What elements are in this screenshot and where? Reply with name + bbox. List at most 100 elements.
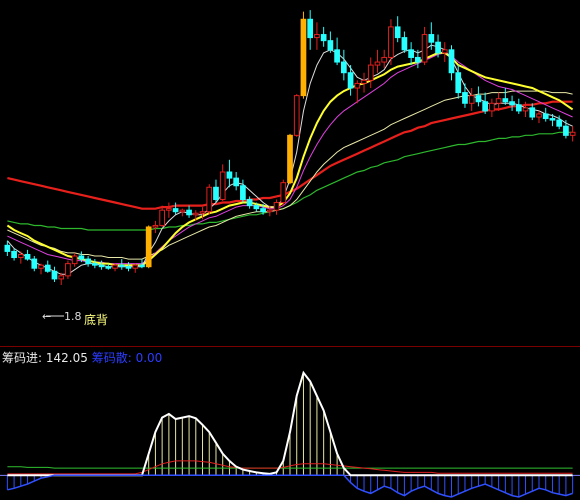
- candle-body: [186, 209, 192, 216]
- candle: [226, 159, 233, 188]
- annotation-price-low: 1.8: [64, 310, 82, 323]
- candle-body: [293, 95, 300, 136]
- candle-body: [246, 198, 253, 207]
- candle-body: [569, 131, 576, 136]
- candle-body: [482, 101, 489, 112]
- candle-body: [166, 208, 172, 211]
- candle: [401, 31, 408, 53]
- candle-body: [394, 26, 401, 39]
- candle-body: [219, 171, 226, 200]
- candle: [206, 184, 213, 215]
- candle-body: [502, 98, 509, 103]
- candle: [509, 95, 515, 111]
- candle: [186, 205, 192, 218]
- candle-body: [233, 177, 240, 187]
- candle: [31, 256, 38, 272]
- candle: [421, 26, 428, 66]
- candle-body: [549, 118, 556, 121]
- candle-body: [320, 34, 327, 42]
- candle-body: [273, 202, 280, 211]
- candle-body: [125, 266, 132, 269]
- candle-body: [334, 49, 340, 63]
- candle-body: [401, 37, 408, 51]
- candle-body: [31, 258, 38, 269]
- candle-body: [307, 18, 314, 39]
- candle: [11, 248, 17, 261]
- candle: [441, 42, 448, 63]
- candle-body: [266, 209, 273, 213]
- candle-body: [475, 95, 482, 103]
- candle-body: [435, 41, 441, 54]
- candles: [4, 10, 576, 286]
- candle: [515, 98, 522, 114]
- candle-body: [213, 186, 219, 200]
- candle: [475, 86, 482, 107]
- candle: [159, 205, 165, 227]
- candle: [51, 266, 58, 282]
- candle: [38, 263, 44, 275]
- candle: [367, 57, 374, 88]
- annotation: ← 1.8 底背: [42, 310, 108, 327]
- candle-body: [340, 61, 347, 74]
- candle-body: [354, 82, 361, 89]
- annotation-divergence-label: 底背: [84, 312, 108, 327]
- candle-body: [132, 264, 139, 269]
- candle-body: [4, 244, 11, 252]
- candle: [334, 37, 340, 66]
- candle: [287, 133, 293, 185]
- candle: [327, 31, 334, 53]
- candle-body: [421, 34, 428, 63]
- candle-body: [253, 205, 260, 210]
- candle-body: [240, 185, 246, 200]
- candle-body: [347, 72, 354, 89]
- candle: [502, 88, 509, 105]
- candle: [246, 196, 253, 209]
- candle-body: [522, 107, 529, 112]
- candle-body: [415, 56, 421, 63]
- candle-body: [441, 49, 448, 54]
- candle-body: [58, 275, 65, 280]
- candle-body: [361, 79, 367, 84]
- candle: [65, 260, 71, 279]
- candle-body: [112, 264, 118, 269]
- candle: [563, 120, 569, 139]
- chip-in-label: 筹码进:: [2, 351, 43, 365]
- candle-body: [388, 26, 394, 58]
- candle: [280, 179, 287, 206]
- candle: [132, 263, 139, 273]
- candle: [340, 49, 347, 81]
- candlestick-chart[interactable]: ← 1.8 底背: [0, 0, 580, 346]
- candle-body: [71, 255, 78, 265]
- candle-body: [24, 253, 31, 260]
- candle: [468, 88, 475, 111]
- candle: [91, 259, 98, 269]
- candle: [112, 263, 118, 272]
- indicator-lines: [0, 370, 580, 498]
- candle: [569, 126, 576, 142]
- candle-body: [556, 119, 563, 127]
- candle-body: [408, 49, 414, 58]
- candle-body: [206, 186, 213, 213]
- candle: [145, 225, 152, 269]
- candle: [219, 164, 226, 202]
- candle-body: [563, 125, 569, 136]
- candle: [448, 45, 455, 81]
- candle: [213, 179, 219, 203]
- candle-body: [11, 250, 17, 259]
- candle: [394, 16, 401, 43]
- candle: [172, 202, 179, 215]
- candle: [482, 92, 489, 114]
- candle-body: [139, 264, 145, 268]
- candle: [85, 256, 91, 267]
- chip-indicator-chart[interactable]: [0, 347, 580, 500]
- candle-body: [159, 209, 165, 226]
- candle-body: [381, 56, 388, 63]
- candle: [542, 107, 549, 122]
- candle: [374, 49, 381, 73]
- candle: [408, 42, 414, 66]
- candle-body: [509, 101, 515, 106]
- candle-body: [17, 253, 24, 259]
- candle-body: [536, 113, 542, 118]
- candle: [307, 10, 314, 50]
- candle-body: [44, 264, 51, 272]
